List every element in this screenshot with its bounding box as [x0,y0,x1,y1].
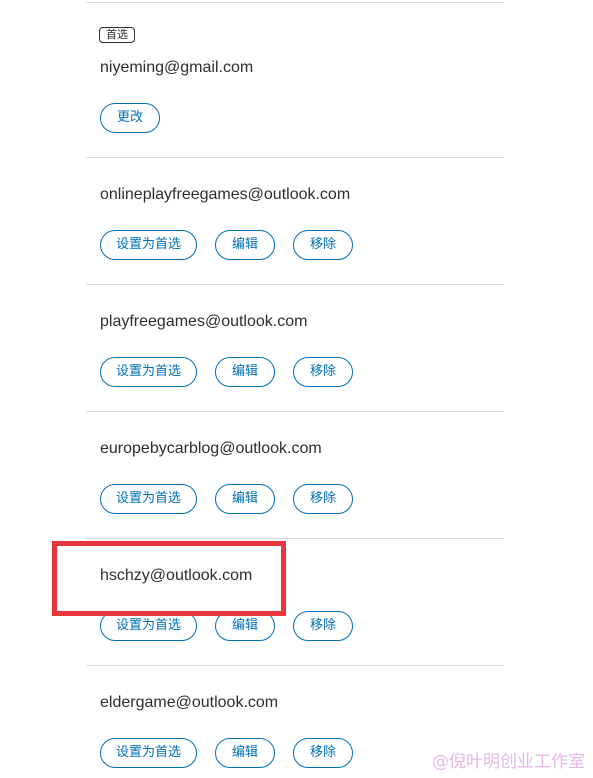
divider [86,284,504,285]
remove-button[interactable]: 移除 [293,230,353,260]
email-address: niyeming@gmail.com [100,59,254,76]
divider [86,411,504,412]
email-address: hschzy@outlook.com [100,567,253,584]
edit-button[interactable]: 编辑 [215,357,275,387]
set-primary-button[interactable]: 设置为首选 [100,611,197,641]
divider [86,157,504,158]
set-primary-button[interactable]: 设置为首选 [100,738,197,768]
change-button[interactable]: 更改 [100,103,160,133]
edit-button[interactable]: 编辑 [215,484,275,514]
divider [86,538,504,539]
watermark: @倪叶明创业工作室 [432,752,585,772]
email-address: europebycarblog@outlook.com [100,440,322,457]
remove-button[interactable]: 移除 [293,484,353,514]
set-primary-button[interactable]: 设置为首选 [100,230,197,260]
edit-button[interactable]: 编辑 [215,230,275,260]
email-address: playfreegames@outlook.com [100,313,308,330]
remove-button[interactable]: 移除 [293,357,353,387]
divider [86,2,504,3]
remove-button[interactable]: 移除 [293,611,353,641]
set-primary-button[interactable]: 设置为首选 [100,357,197,387]
set-primary-button[interactable]: 设置为首选 [100,484,197,514]
edit-button[interactable]: 编辑 [215,738,275,768]
email-address: eldergame@outlook.com [100,694,279,711]
remove-button[interactable]: 移除 [293,738,353,768]
edit-button[interactable]: 编辑 [215,611,275,641]
divider [86,665,504,666]
email-address: onlineplayfreegames@outlook.com [100,186,351,203]
primary-badge: 首选 [99,27,135,43]
